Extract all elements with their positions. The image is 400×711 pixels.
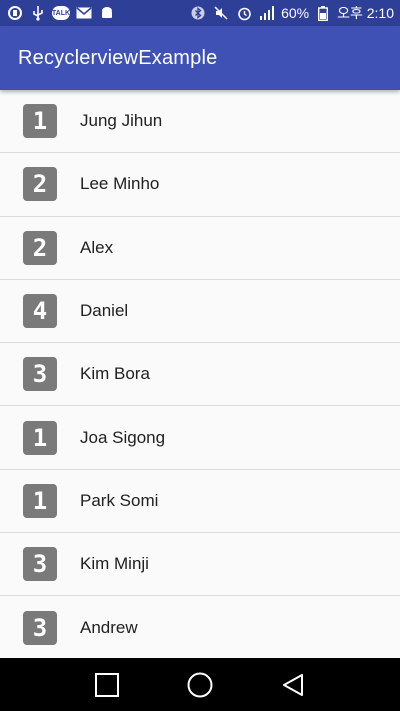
list-item[interactable]: 1 Joa Sigong	[0, 406, 400, 470]
number-badge: 1	[23, 420, 57, 455]
number-badge: 3	[23, 357, 57, 392]
list-item[interactable]: 3 Andrew	[0, 596, 400, 658]
list-item[interactable]: 1 Park Somi	[0, 469, 400, 534]
home-button[interactable]	[180, 665, 220, 705]
signal-icon	[258, 4, 276, 22]
number-badge: 4	[23, 294, 57, 329]
number-badge: 3	[23, 547, 57, 582]
clock: 오후 2:10	[337, 5, 394, 21]
status-left-icons: TALK	[6, 4, 116, 22]
item-name: Andrew	[80, 617, 138, 637]
list-item[interactable]: 4 Daniel	[0, 279, 400, 344]
status-bar: TALK 60% 오후 2:10	[0, 0, 400, 26]
mute-icon	[212, 4, 230, 22]
recent-apps-icon	[94, 672, 119, 697]
item-name: Joa Sigong	[80, 427, 166, 447]
number-badge: 3	[23, 610, 57, 645]
android-icon	[98, 4, 116, 22]
number-badge: 2	[23, 167, 57, 202]
list-item[interactable]: 1 Jung Jihun	[0, 90, 400, 154]
number-badge: 1	[23, 104, 57, 139]
app-title: RecyclerviewExample	[18, 46, 218, 69]
item-name: Kim Bora	[80, 364, 150, 384]
list-item[interactable]: 2 Lee Minho	[0, 153, 400, 217]
item-name: Daniel	[80, 301, 129, 321]
back-icon	[283, 673, 304, 696]
list-item[interactable]: 3 Kim Bora	[0, 343, 400, 407]
item-name: Jung Jihun	[80, 111, 163, 131]
recent-apps-button[interactable]	[87, 665, 127, 705]
battery-icon	[314, 4, 332, 22]
battery-percent: 60%	[281, 5, 310, 21]
talk-label: TALK	[51, 6, 71, 20]
item-name: Alex	[80, 237, 114, 257]
number-badge: 2	[23, 230, 57, 265]
status-right-icons: 60% 오후 2:10	[189, 3, 394, 23]
item-name: Kim Minji	[80, 554, 149, 574]
navigation-bar	[0, 658, 400, 711]
mail-icon	[75, 4, 93, 22]
alarm-icon	[235, 4, 253, 22]
app-bar: RecyclerviewExample	[0, 26, 400, 90]
app-notification-icon	[6, 4, 24, 22]
talk-icon: TALK	[51, 4, 71, 22]
recycler-list[interactable]: 1 Jung Jihun 2 Lee Minho 2 Alex 4 Daniel…	[0, 90, 400, 658]
item-name: Lee Minho	[80, 174, 160, 194]
list-item[interactable]: 2 Alex	[0, 216, 400, 280]
number-badge: 1	[23, 483, 57, 518]
usb-icon	[29, 4, 47, 22]
list-item[interactable]: 3 Kim Minji	[0, 533, 400, 597]
home-icon	[187, 672, 213, 697]
item-name: Park Somi	[80, 490, 159, 510]
back-button[interactable]	[273, 665, 313, 705]
bluetooth-icon	[189, 4, 207, 22]
